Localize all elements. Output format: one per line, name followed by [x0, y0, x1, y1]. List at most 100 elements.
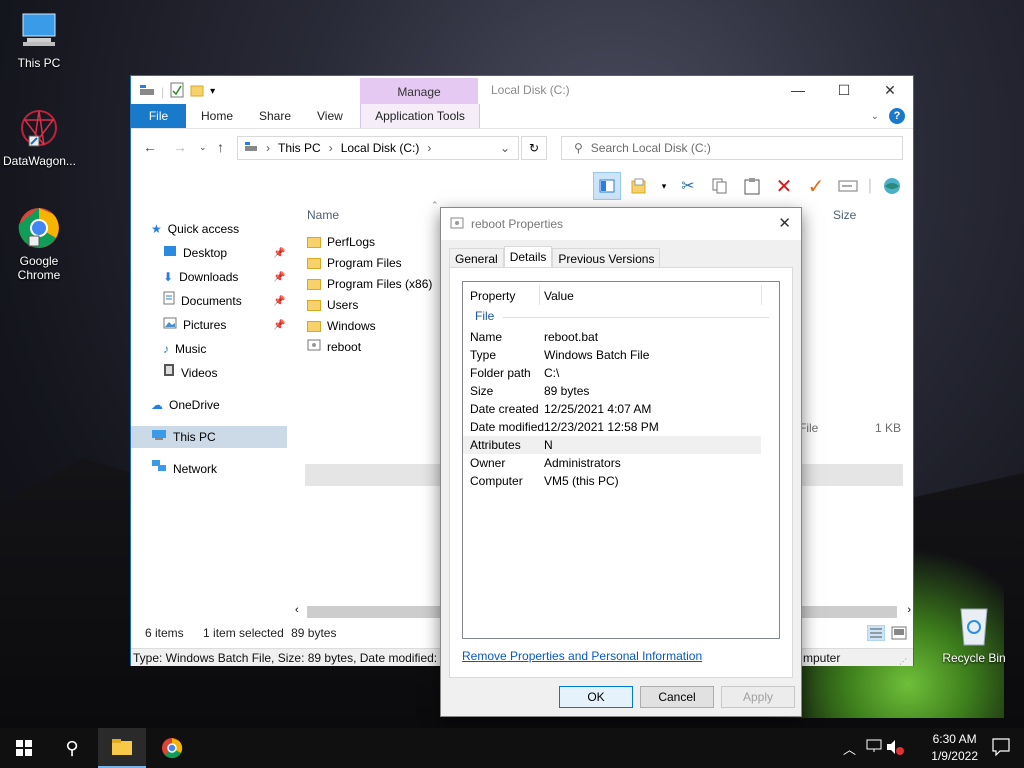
column-header-property[interactable]: Property: [470, 286, 515, 306]
tab-previous-versions[interactable]: Previous Versions: [552, 248, 661, 269]
tab-application-tools[interactable]: Application Tools: [360, 104, 480, 128]
pin-icon[interactable]: 📌: [273, 296, 285, 307]
clock[interactable]: 6:30 AM 1/9/2022: [931, 731, 978, 765]
list-item[interactable]: PerfLogs: [307, 232, 375, 253]
folder-icon: [307, 258, 321, 269]
nav-this-pc[interactable]: This PC: [131, 426, 287, 448]
paste-icon[interactable]: [739, 173, 765, 199]
refresh-icon[interactable]: ↻: [521, 136, 547, 160]
details-view-icon[interactable]: [866, 624, 886, 648]
nav-network[interactable]: Network: [151, 458, 217, 480]
navigation-pane: ★ Quick access Desktop ⬇ Downloads Documen…: [131, 202, 291, 612]
expand-ribbon-chevron-icon[interactable]: ⌄: [871, 111, 879, 122]
maximize-icon[interactable]: ☐: [821, 76, 867, 104]
rename-icon[interactable]: [835, 173, 861, 199]
new-folder-icon[interactable]: [190, 83, 204, 100]
check-icon[interactable]: ✓: [803, 173, 829, 199]
nav-onedrive[interactable]: ☁ OneDrive: [151, 394, 220, 416]
search-icon[interactable]: ⚲: [48, 728, 96, 768]
large-icons-view-icon[interactable]: [891, 625, 907, 647]
globe-icon[interactable]: [879, 173, 905, 199]
pin-icon[interactable]: 📌: [273, 320, 285, 331]
nav-quick-access[interactable]: ★ Quick access: [151, 218, 239, 240]
desktop-icon-this-pc[interactable]: This PC: [3, 8, 75, 70]
desktop-icon-chrome[interactable]: Google Chrome: [3, 206, 75, 282]
property-row[interactable]: Computer VM5 (this PC): [463, 472, 761, 490]
new-item-chevron-icon[interactable]: ▾: [659, 173, 669, 199]
search-input[interactable]: ⚲ Search Local Disk (C:): [561, 136, 903, 160]
column-header-size[interactable]: Size: [833, 208, 856, 222]
recent-locations-chevron-icon[interactable]: ⌄: [199, 142, 207, 153]
property-row[interactable]: Folder path C:\: [463, 364, 761, 382]
breadcrumb-separator-icon[interactable]: ›: [329, 141, 333, 155]
pin-icon[interactable]: 📌: [273, 272, 285, 283]
back-arrow-icon[interactable]: ←: [143, 139, 157, 155]
property-row[interactable]: Type Windows Batch File: [463, 346, 761, 364]
manage-contextual-tab[interactable]: Manage: [360, 78, 478, 104]
forward-arrow-icon[interactable]: →: [173, 139, 187, 155]
desktop-icon-recycle-bin[interactable]: Recycle Bin: [938, 603, 1010, 665]
desktop-icon-datawagon[interactable]: DataWagon...: [3, 106, 76, 168]
scroll-right-icon[interactable]: ›: [907, 604, 911, 616]
breadcrumb-separator-icon[interactable]: ›: [427, 141, 431, 155]
notification-icon[interactable]: [992, 738, 1010, 759]
file-explorer-taskbar-icon[interactable]: [98, 728, 146, 768]
address-dropdown-chevron-icon[interactable]: ⌄: [500, 141, 510, 155]
pin-icon[interactable]: 📌: [273, 248, 285, 259]
column-header-name[interactable]: Name: [307, 208, 339, 222]
apply-button[interactable]: Apply: [721, 686, 795, 708]
delete-icon[interactable]: ✕: [771, 173, 797, 199]
close-icon[interactable]: ✕: [867, 76, 913, 104]
chrome-icon[interactable]: [148, 728, 196, 768]
cut-icon[interactable]: ✂: [675, 173, 701, 199]
address-bar[interactable]: › This PC › Local Disk (C:) › ⌄: [237, 136, 519, 160]
properties-icon[interactable]: [170, 82, 184, 101]
breadcrumb-local-disk[interactable]: Local Disk (C:): [341, 141, 420, 155]
nav-desktop[interactable]: Desktop: [163, 242, 227, 264]
show-hidden-icons-chevron-icon[interactable]: ︿: [843, 739, 856, 758]
list-item[interactable]: Users: [307, 295, 358, 316]
list-item[interactable]: Windows: [307, 316, 376, 337]
preview-pane-icon[interactable]: [593, 172, 621, 200]
copy-icon[interactable]: [707, 173, 733, 199]
tab-general[interactable]: General: [449, 248, 504, 269]
tab-view[interactable]: View: [307, 104, 353, 128]
nav-documents[interactable]: Documents: [163, 290, 242, 312]
breadcrumb-separator-icon[interactable]: ›: [266, 141, 270, 155]
property-row[interactable]: Name reboot.bat: [463, 328, 761, 346]
close-icon[interactable]: ✕: [778, 214, 791, 232]
nav-music[interactable]: ♪ Music: [163, 338, 206, 360]
property-list[interactable]: Property Value File Name reboot.bat Type W…: [462, 281, 780, 639]
column-header-value[interactable]: Value: [544, 286, 574, 306]
nav-downloads[interactable]: ⬇ Downloads: [163, 266, 238, 288]
breadcrumb-this-pc[interactable]: This PC: [278, 141, 321, 155]
new-item-icon[interactable]: [627, 173, 653, 199]
property-row[interactable]: Date modified 12/23/2021 12:58 PM: [463, 418, 761, 436]
remove-properties-link[interactable]: Remove Properties and Personal Informati…: [462, 649, 702, 663]
property-row[interactable]: Attributes N: [463, 436, 761, 454]
ok-button[interactable]: OK: [559, 686, 633, 708]
property-row[interactable]: Size 89 bytes: [463, 382, 761, 400]
tab-details[interactable]: Details: [503, 246, 553, 269]
customize-chevron-icon[interactable]: ▾: [210, 86, 215, 97]
minimize-icon[interactable]: —: [775, 76, 821, 104]
volume-muted-icon[interactable]: [886, 739, 904, 758]
up-arrow-icon[interactable]: ↑: [217, 139, 224, 155]
network-icon[interactable]: [866, 739, 882, 756]
tab-file[interactable]: File: [131, 104, 186, 128]
help-icon[interactable]: ?: [889, 108, 905, 124]
property-row[interactable]: Owner Administrators: [463, 454, 761, 472]
tab-home[interactable]: Home: [191, 104, 243, 128]
list-item[interactable]: reboot: [307, 337, 361, 358]
list-item[interactable]: Program Files: [307, 253, 402, 274]
nav-pictures[interactable]: Pictures: [163, 314, 226, 336]
cancel-button[interactable]: Cancel: [640, 686, 714, 708]
resize-grip-icon[interactable]: ⋰: [899, 653, 907, 671]
tab-share[interactable]: Share: [249, 104, 301, 128]
nav-videos[interactable]: Videos: [163, 362, 217, 384]
start-button[interactable]: [0, 728, 48, 768]
drive-icon[interactable]: [139, 83, 155, 100]
property-row[interactable]: Date created 12/25/2021 4:07 AM: [463, 400, 761, 418]
scroll-left-icon[interactable]: ‹: [295, 604, 299, 616]
list-item[interactable]: Program Files (x86): [307, 274, 432, 295]
